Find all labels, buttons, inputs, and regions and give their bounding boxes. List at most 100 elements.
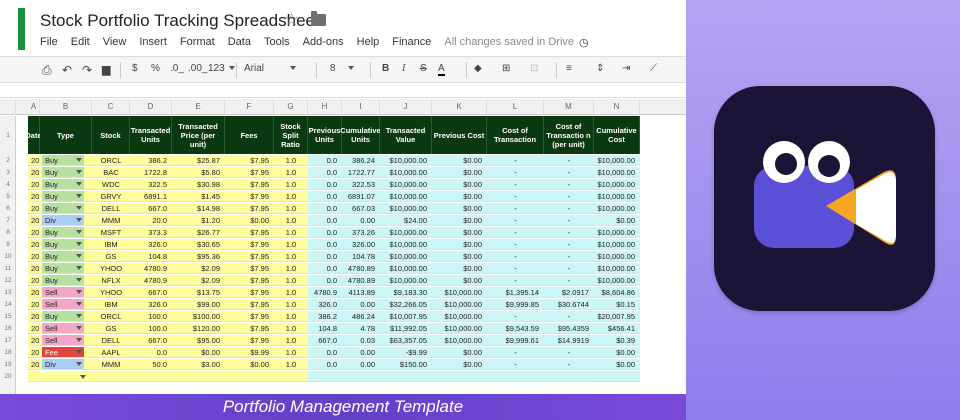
dropdown-arrow-icon[interactable]: [76, 218, 82, 222]
table-cell[interactable]: $9,999.61: [487, 335, 544, 346]
table-cell[interactable]: $1,395.14: [487, 287, 544, 298]
undo-icon[interactable]: ↶: [62, 63, 72, 77]
table-cell[interactable]: 2016-01-16: [28, 311, 40, 322]
table-cell[interactable]: -: [544, 227, 594, 238]
table-cell[interactable]: $10,000.00: [380, 251, 432, 262]
table-cell[interactable]: $10,000.00: [594, 179, 640, 190]
table-cell[interactable]: 322.53: [342, 179, 380, 190]
table-cell[interactable]: $7.95: [225, 239, 274, 250]
paint-format-icon[interactable]: ▆: [102, 63, 110, 76]
table-cell[interactable]: 2016-01-17: [28, 323, 40, 334]
row-number[interactable]: 15: [0, 311, 16, 322]
table-cell[interactable]: -: [487, 203, 544, 214]
table-cell[interactable]: $0.39: [594, 335, 640, 346]
table-cell[interactable]: $5.80: [172, 167, 225, 178]
table-cell[interactable]: 1.0: [274, 263, 308, 274]
type-dropdown[interactable]: Sell: [40, 335, 92, 346]
font-size-select[interactable]: 8: [330, 63, 360, 74]
more-formats-button[interactable]: 123: [208, 63, 235, 74]
table-cell[interactable]: GS: [92, 251, 130, 262]
table-cell[interactable]: $63,357.05: [380, 335, 432, 346]
table-cell[interactable]: -: [544, 239, 594, 250]
empty-cell[interactable]: [172, 371, 225, 382]
row-number[interactable]: 12: [0, 275, 16, 286]
table-cell[interactable]: 486.24: [342, 311, 380, 322]
empty-cell[interactable]: [432, 371, 487, 382]
table-cell[interactable]: 667.0: [130, 287, 172, 298]
dropdown-arrow-icon[interactable]: [76, 182, 82, 186]
table-cell[interactable]: YHOO: [92, 263, 130, 274]
table-cell[interactable]: -: [544, 275, 594, 286]
row-number[interactable]: 19: [0, 359, 16, 370]
header-cell[interactable]: Cost of Transaction: [487, 116, 544, 154]
table-cell[interactable]: $10,000.00: [594, 191, 640, 202]
table-cell[interactable]: 2016-01-09: [28, 227, 40, 238]
table-cell[interactable]: $24.00: [380, 215, 432, 226]
table-cell[interactable]: $10,000.00: [380, 179, 432, 190]
table-cell[interactable]: -: [487, 227, 544, 238]
table-cell[interactable]: 2016-01-10: [28, 239, 40, 250]
type-dropdown[interactable]: Buy: [40, 239, 92, 250]
table-cell[interactable]: 386.2: [308, 311, 342, 322]
row-number[interactable]: 16: [0, 323, 16, 334]
table-cell[interactable]: $10,000.00: [380, 155, 432, 166]
dropdown-arrow-icon[interactable]: [76, 194, 82, 198]
table-cell[interactable]: 104.78: [342, 251, 380, 262]
table-cell[interactable]: $1.20: [172, 215, 225, 226]
header-cell[interactable]: Fees: [225, 116, 274, 154]
currency-button[interactable]: $: [132, 63, 138, 74]
type-dropdown[interactable]: Div: [40, 215, 92, 226]
column-header-j[interactable]: J: [380, 99, 432, 115]
dropdown-arrow-icon[interactable]: [76, 242, 82, 246]
table-cell[interactable]: 6891.07: [342, 191, 380, 202]
table-cell[interactable]: 667.03: [342, 203, 380, 214]
table-cell[interactable]: -: [487, 155, 544, 166]
table-cell[interactable]: 1.0: [274, 311, 308, 322]
table-cell[interactable]: 1.0: [274, 359, 308, 370]
row-number[interactable]: 18: [0, 347, 16, 358]
table-cell[interactable]: 104.8: [308, 323, 342, 334]
table-cell[interactable]: $0.00: [432, 263, 487, 274]
table-cell[interactable]: 0.03: [342, 335, 380, 346]
row-number[interactable]: 20: [0, 371, 16, 382]
table-cell[interactable]: 0.0: [308, 179, 342, 190]
table-cell[interactable]: GS: [92, 323, 130, 334]
table-cell[interactable]: 0.0: [308, 167, 342, 178]
table-cell[interactable]: 667.0: [130, 203, 172, 214]
dropdown-arrow-icon[interactable]: [76, 158, 82, 162]
type-dropdown[interactable]: Buy: [40, 191, 92, 202]
table-cell[interactable]: 1.0: [274, 191, 308, 202]
italic-button[interactable]: I: [402, 63, 405, 74]
table-cell[interactable]: 0.0: [308, 347, 342, 358]
table-cell[interactable]: $7.95: [225, 287, 274, 298]
table-cell[interactable]: $0.00: [432, 347, 487, 358]
menu-item-help[interactable]: Help: [357, 36, 380, 49]
table-cell[interactable]: $100.00: [172, 311, 225, 322]
table-cell[interactable]: $1.45: [172, 191, 225, 202]
empty-cell[interactable]: [28, 371, 40, 382]
table-cell[interactable]: DELL: [92, 335, 130, 346]
column-header-a[interactable]: A: [28, 99, 40, 115]
empty-cell[interactable]: [92, 371, 130, 382]
table-cell[interactable]: -: [487, 311, 544, 322]
table-cell[interactable]: 1.0: [274, 239, 308, 250]
column-header-d[interactable]: D: [130, 99, 172, 115]
menu-item-file[interactable]: File: [40, 36, 58, 49]
table-cell[interactable]: $0.00: [432, 191, 487, 202]
type-dropdown[interactable]: Fee: [40, 347, 92, 358]
table-cell[interactable]: $9,999.85: [487, 299, 544, 310]
table-cell[interactable]: $99.00: [172, 299, 225, 310]
table-cell[interactable]: -: [487, 347, 544, 358]
dropdown-arrow-icon[interactable]: [76, 326, 82, 330]
header-cell[interactable]: Previous Units: [308, 116, 342, 154]
table-cell[interactable]: 2016-01-11: [28, 251, 40, 262]
table-cell[interactable]: 2016-01-07: [28, 203, 40, 214]
table-cell[interactable]: $10,000.00: [380, 167, 432, 178]
table-cell[interactable]: 2016-01-12: [28, 263, 40, 274]
increase-decimal-button[interactable]: .00_: [188, 63, 207, 74]
table-cell[interactable]: -: [487, 239, 544, 250]
column-header-l[interactable]: L: [487, 99, 544, 115]
text-color-button[interactable]: A: [438, 63, 445, 76]
table-cell[interactable]: $10,000.00: [432, 323, 487, 334]
table-cell[interactable]: $120.00: [172, 323, 225, 334]
